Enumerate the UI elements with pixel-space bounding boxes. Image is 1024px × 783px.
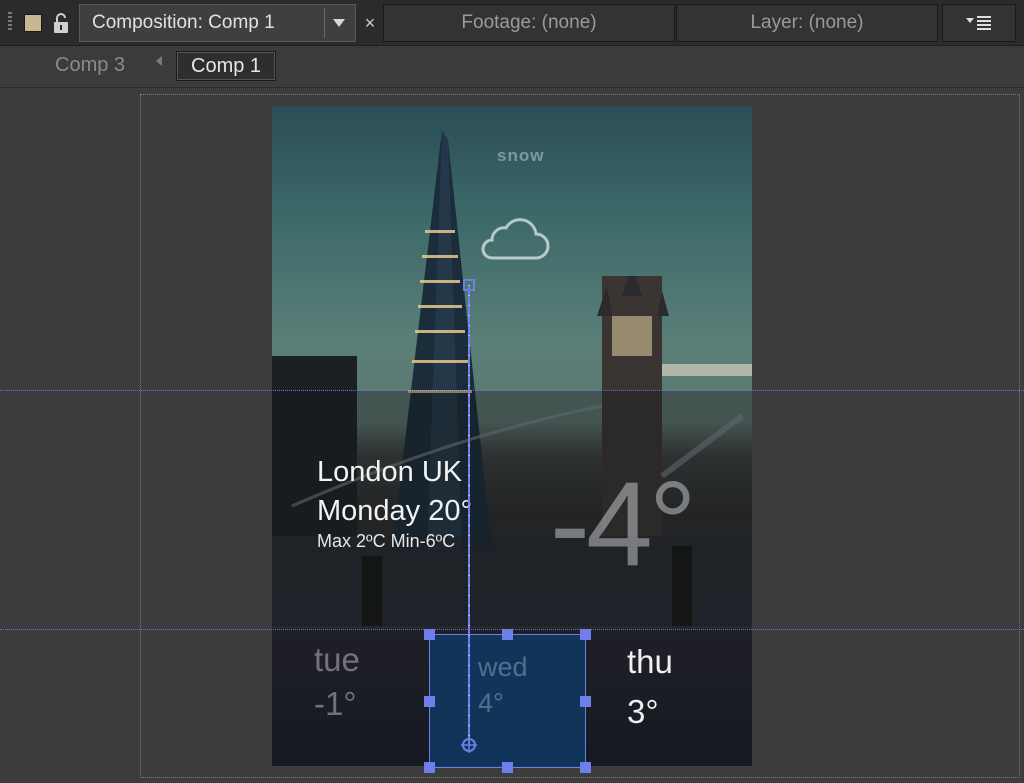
cloud-icon [481, 218, 550, 260]
transform-handle[interactable] [424, 696, 435, 707]
selected-layer-bounds[interactable]: wed 4° [429, 634, 586, 768]
breadcrumb-comp-1[interactable]: Comp 1 [176, 51, 277, 81]
forecast-day-tue: tue [314, 641, 360, 678]
transform-handle[interactable] [502, 762, 513, 773]
transform-handle[interactable] [502, 629, 513, 640]
lock-icon[interactable] [52, 11, 70, 35]
panel-grip-icon[interactable] [8, 12, 12, 32]
panel-menu-icon [966, 16, 991, 30]
panel-tab-bar: Composition: Comp 1 × Footage: (none) La… [0, 0, 1024, 46]
label-color-swatch[interactable] [24, 14, 42, 32]
horizontal-guide[interactable] [0, 390, 1024, 391]
close-tab-button[interactable]: × [360, 8, 380, 38]
transform-handle[interactable] [580, 629, 591, 640]
tab-layer[interactable]: Layer: (none) [676, 4, 938, 42]
comp-breadcrumb: Comp 3 Comp 1 [0, 46, 1024, 88]
transform-handle[interactable] [424, 629, 435, 640]
breadcrumb-arrow-icon [156, 56, 162, 66]
breadcrumb-comp-3[interactable]: Comp 3 [55, 51, 125, 81]
composition-dropdown-button[interactable] [324, 8, 353, 38]
current-temperature: -4° [550, 457, 697, 591]
tab-layer-label: Layer: (none) [750, 12, 864, 33]
forecast-day-thu: thu [627, 643, 673, 680]
forecast-temp-wed: 4° [478, 688, 504, 718]
chevron-down-icon [333, 19, 345, 27]
weather-condition-label: snow [497, 146, 545, 165]
transform-handle[interactable] [580, 696, 591, 707]
forecast-temp-tue: -1° [314, 685, 357, 722]
city-label: London UK [317, 456, 463, 488]
tab-footage[interactable]: Footage: (none) [383, 4, 675, 42]
forecast-day-wed: wed [478, 652, 528, 682]
tab-footage-label: Footage: (none) [461, 12, 597, 33]
tab-composition-label: Composition: Comp 1 [92, 12, 275, 33]
day-temperature-label: Monday 20° [317, 495, 473, 527]
transform-handle[interactable] [580, 762, 591, 773]
forecast-temp-thu: 3° [627, 693, 659, 730]
panel-menu-button[interactable] [942, 4, 1016, 42]
tab-composition[interactable]: Composition: Comp 1 [79, 4, 356, 42]
transform-handle[interactable] [424, 762, 435, 773]
min-max-label: Max 2ºC Min-6ºC [317, 531, 456, 551]
